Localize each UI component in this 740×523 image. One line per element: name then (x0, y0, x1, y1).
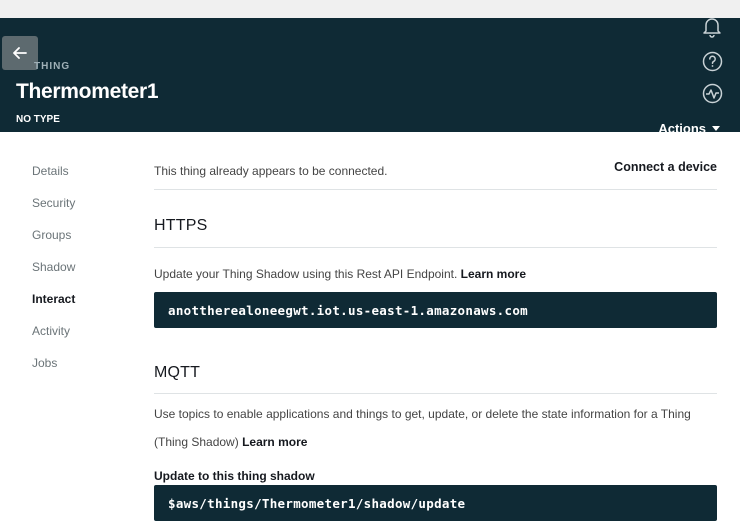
update-topic-box[interactable]: $aws/things/Thermometer1/shadow/update (154, 485, 717, 521)
bell-icon[interactable] (701, 16, 723, 38)
https-section-title: HTTPS (154, 217, 208, 234)
sidebar-item-shadow[interactable]: Shadow (32, 260, 75, 274)
https-learn-more-link[interactable]: Learn more (461, 267, 526, 281)
sidebar-item-interact[interactable]: Interact (32, 292, 75, 306)
update-shadow-label: Update to this thing shadow (154, 469, 315, 483)
page-header: THING Thermometer1 NO TYPE Actions (0, 16, 740, 136)
divider (154, 189, 717, 190)
update-topic: $aws/things/Thermometer1/shadow/update (168, 495, 466, 511)
sidebar-item-activity[interactable]: Activity (32, 324, 70, 338)
mqtt-section-title: MQTT (154, 364, 201, 381)
back-button[interactable] (2, 36, 38, 70)
actions-menu-button[interactable]: Actions (658, 121, 720, 136)
mqtt-learn-more-link[interactable]: Learn more (242, 435, 307, 449)
https-endpoint-box[interactable]: anottherealoneegwt.iot.us-east-1.amazona… (154, 292, 717, 328)
page-eyebrow: THING (34, 61, 71, 72)
mqtt-description: Use topics to enable applications and th… (154, 400, 717, 456)
https-description: Update your Thing Shadow using this Rest… (154, 267, 526, 281)
sidebar-item-jobs[interactable]: Jobs (32, 356, 57, 370)
arrow-left-icon (13, 47, 27, 59)
connection-status-text: This thing already appears to be connect… (154, 164, 388, 178)
help-icon[interactable] (701, 50, 723, 72)
divider (154, 393, 717, 394)
sidebar-item-security[interactable]: Security (32, 196, 75, 210)
browser-top-strip (0, 0, 740, 18)
sidebar-item-details[interactable]: Details (32, 164, 69, 178)
https-endpoint: anottherealoneegwt.iot.us-east-1.amazona… (168, 302, 528, 318)
thing-type: NO TYPE (16, 114, 60, 125)
https-description-text: Update your Thing Shadow using this Rest… (154, 267, 458, 281)
actions-label: Actions (658, 121, 706, 136)
connect-device-link[interactable]: Connect a device (614, 160, 717, 174)
divider (154, 247, 717, 248)
mqtt-description-text: Use topics to enable applications and th… (154, 407, 691, 449)
activity-icon[interactable] (701, 82, 723, 104)
sidebar-item-groups[interactable]: Groups (32, 228, 71, 242)
page-title: Thermometer1 (16, 80, 159, 103)
caret-down-icon (712, 126, 720, 131)
